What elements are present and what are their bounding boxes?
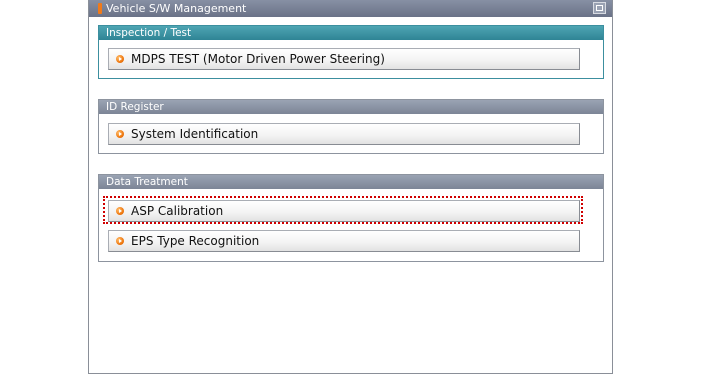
- window-titlebar: Vehicle S/W Management: [89, 0, 612, 17]
- vehicle-sw-management-window: Vehicle S/W Management Inspection / Test…: [88, 0, 613, 374]
- group-header-data-treatment: Data Treatment: [99, 175, 603, 189]
- window-title: Vehicle S/W Management: [106, 2, 247, 15]
- orange-arrow-bullet-icon: [116, 130, 124, 138]
- asp-calibration-highlight-box: [103, 196, 583, 224]
- orange-arrow-bullet-icon: [116, 237, 124, 245]
- mdps-test-label: MDPS TEST (Motor Driven Power Steering): [131, 52, 385, 66]
- system-identification-button[interactable]: System Identification: [108, 123, 580, 145]
- group-header-inspection-test: Inspection / Test: [99, 26, 603, 40]
- eps-type-recognition-label: EPS Type Recognition: [131, 234, 260, 248]
- group-inspection-test: Inspection / Test MDPS TEST (Motor Drive…: [98, 25, 604, 79]
- group-id-register: ID Register System Identification: [98, 99, 604, 154]
- title-marker-icon: [98, 3, 102, 14]
- eps-type-recognition-button[interactable]: EPS Type Recognition: [108, 230, 580, 252]
- orange-arrow-bullet-icon: [116, 55, 124, 63]
- system-identification-label: System Identification: [131, 127, 259, 141]
- window-restore-icon[interactable]: [593, 2, 606, 14]
- mdps-test-button[interactable]: MDPS TEST (Motor Driven Power Steering): [108, 48, 580, 70]
- group-header-id-register: ID Register: [99, 100, 603, 114]
